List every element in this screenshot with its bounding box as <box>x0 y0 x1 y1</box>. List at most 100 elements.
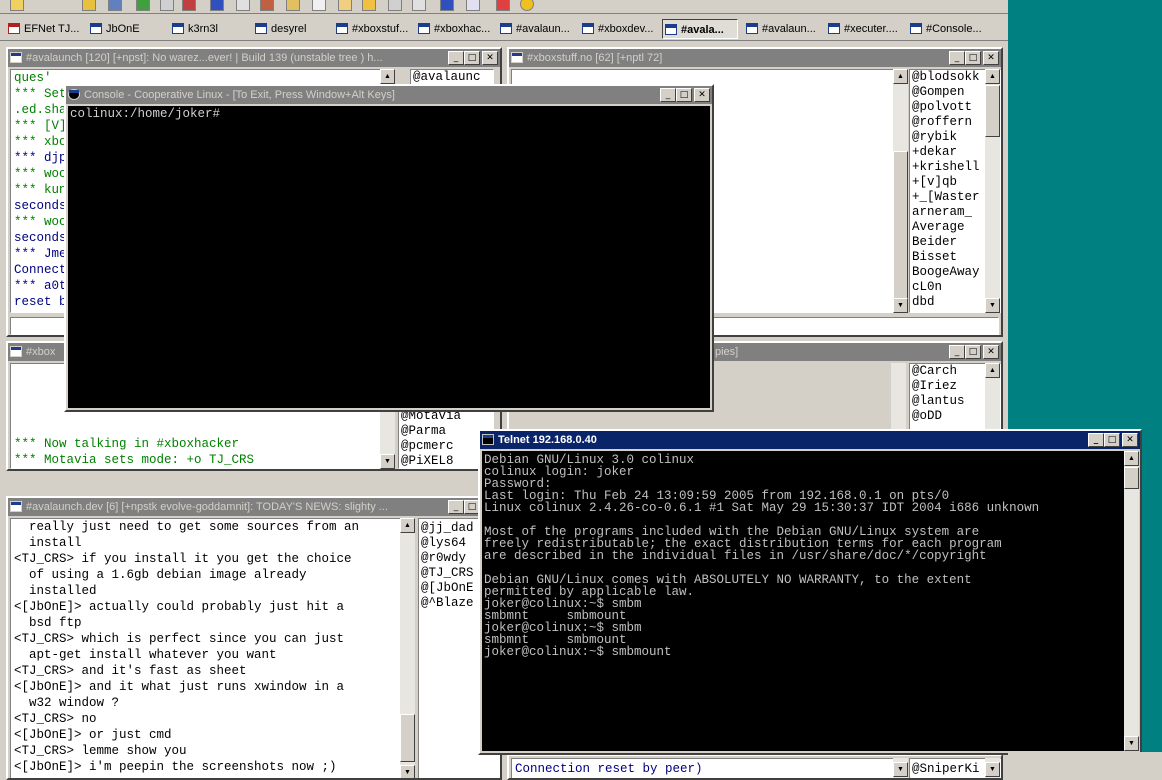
window-avalaunch-dev-titlebar[interactable]: #avalaunch.dev [6] [+npstk evolve-goddam… <box>8 498 500 516</box>
scroll-down-button[interactable]: ▼ <box>985 762 1000 777</box>
telnet-line: colinux login: joker <box>484 465 635 479</box>
window-icon <box>336 23 348 34</box>
notify-list-icon[interactable] <box>286 0 300 11</box>
window-channel-bottom-right[interactable]: Connection reset by peer) ▼ @SniperKi ▼ <box>507 754 1003 780</box>
url-list-icon[interactable] <box>312 0 326 11</box>
maximize-button[interactable]: □ <box>464 51 480 65</box>
window-xboxstuff-titlebar[interactable]: #xboxstuff.no [62] [+nptl 72] _ □ ✕ <box>509 49 1001 67</box>
close-button[interactable]: ✕ <box>1122 433 1138 447</box>
telnet-line: are described in the individual files in… <box>484 549 987 563</box>
dcc-send-icon[interactable] <box>210 0 224 11</box>
scroll-down-button[interactable]: ▼ <box>380 454 395 469</box>
window-telnet[interactable]: Telnet 192.168.0.40 _ □ ✕ Debian GNU/Linux… <box>478 429 1142 755</box>
window-icon <box>665 24 677 35</box>
maximize-button[interactable]: □ <box>676 88 692 102</box>
list-channels-icon[interactable] <box>108 0 122 11</box>
nick-entry[interactable]: @avalaunc <box>413 70 493 85</box>
scroll-down-button[interactable]: ▼ <box>893 298 908 313</box>
log-files-icon[interactable] <box>338 0 352 11</box>
switchbar-label: k3rn3l <box>188 23 218 35</box>
switchbar-button[interactable]: #avalaun... <box>744 19 820 39</box>
switchbar-button[interactable]: JbOnE <box>88 19 162 39</box>
minimize-button[interactable]: _ <box>448 500 464 514</box>
scroll-thumb[interactable] <box>400 714 415 762</box>
colors-icon[interactable] <box>388 0 402 11</box>
console-screen[interactable]: colinux:/home/joker# <box>68 106 710 408</box>
dcc-chat-icon[interactable] <box>236 0 250 11</box>
chat-line: <TJ_CRS> which is perfect since you can … <box>14 632 345 646</box>
switchbar-button[interactable]: desyrel <box>253 19 327 39</box>
minimize-button[interactable]: _ <box>949 345 965 359</box>
close-button[interactable]: ✕ <box>983 345 999 359</box>
tile-windows-icon[interactable] <box>440 0 454 11</box>
switchbar-button[interactable]: #xboxdev... <box>580 19 656 39</box>
switchbar-button[interactable]: EFNet TJ... <box>6 19 82 39</box>
scroll-thumb[interactable] <box>985 85 1000 137</box>
scroll-thumb[interactable] <box>1124 467 1139 489</box>
minimize-button[interactable]: _ <box>448 51 464 65</box>
chat-scrollbar[interactable]: ▲ ▼ <box>893 69 908 313</box>
nick-scrollbar[interactable]: ▲ <box>985 363 1000 435</box>
chat-line: <[JbOnE]> or just cmd <box>14 728 172 742</box>
scroll-down-button[interactable]: ▼ <box>985 298 1000 313</box>
about-icon[interactable] <box>520 0 534 11</box>
scroll-up-button[interactable]: ▲ <box>1124 451 1139 466</box>
connect-icon[interactable] <box>10 0 24 11</box>
scroll-down-button[interactable]: ▼ <box>400 765 415 778</box>
close-button[interactable]: ✕ <box>482 51 498 65</box>
window-title: #avalaunch.dev [6] [+npstk evolve-goddam… <box>26 501 388 513</box>
telnet-titlebar[interactable]: Telnet 192.168.0.40 _ □ ✕ <box>480 431 1140 449</box>
switchbar-button[interactable]: k3rn3l <box>170 19 244 39</box>
telnet-scrollbar[interactable]: ▲ ▼ <box>1124 451 1139 751</box>
chat-scrollbar[interactable] <box>891 363 906 435</box>
switchbar-button[interactable]: #avala... <box>662 19 738 39</box>
address-book-icon[interactable] <box>160 0 174 11</box>
scripts-editor-icon[interactable] <box>136 0 150 11</box>
dcc-options-icon[interactable] <box>260 0 274 11</box>
scroll-up-button[interactable]: ▲ <box>380 69 395 84</box>
scroll-down-button[interactable]: ▼ <box>1124 736 1139 751</box>
timer-icon[interactable] <box>412 0 426 11</box>
console-titlebar[interactable]: Console - Cooperative Linux - [To Exit, … <box>66 86 712 104</box>
maximize-button[interactable]: □ <box>1104 433 1120 447</box>
scroll-down-button[interactable]: ▼ <box>893 762 908 777</box>
scroll-up-button[interactable]: ▲ <box>985 363 1000 378</box>
switchbar-label: #avala... <box>681 24 724 36</box>
switchbar-button[interactable]: #xboxstuf... <box>334 19 410 39</box>
nick-scrollbar[interactable]: ▲ ▼ <box>985 69 1000 313</box>
scroll-thumb[interactable] <box>893 151 908 311</box>
channels-folder-icon[interactable] <box>182 0 196 11</box>
minimize-button[interactable]: _ <box>949 51 965 65</box>
cascade-windows-icon[interactable] <box>466 0 480 11</box>
chat-line: really just need to get some sources fro… <box>14 520 360 534</box>
minimize-button[interactable]: _ <box>660 88 676 102</box>
switchbar-label: #Console... <box>926 23 982 35</box>
scroll-up-button[interactable]: ▲ <box>985 69 1000 84</box>
window-avalaunch-dev[interactable]: #avalaunch.dev [6] [+npstk evolve-goddam… <box>6 496 502 780</box>
close-button[interactable]: ✕ <box>694 88 710 102</box>
switchbar-button[interactable]: #Console... <box>908 19 986 39</box>
chat-scrollbar[interactable]: ▲ ▼ <box>400 518 415 778</box>
chat-line: <[JbOnE]> and it what just runs xwindow … <box>14 680 345 694</box>
maximize-button[interactable]: □ <box>965 345 981 359</box>
scroll-up-button[interactable]: ▲ <box>893 69 908 84</box>
help-icon[interactable] <box>496 0 510 11</box>
telnet-line: Linux colinux 2.4.26-co-0.6.1 #1 Sat May… <box>484 501 1040 515</box>
minimize-button[interactable]: _ <box>1088 433 1104 447</box>
switchbar-button[interactable]: #avalaun... <box>498 19 574 39</box>
switchbar-button[interactable]: #xboxhac... <box>416 19 492 39</box>
window-colinux-console[interactable]: Console - Cooperative Linux - [To Exit, … <box>64 84 714 412</box>
chat-scrollbar[interactable]: ▼ <box>893 758 908 778</box>
chat-line: <[JbOnE]> i'm peepin the screenshots now… <box>14 760 337 774</box>
switchbar-button[interactable]: #xecuter.... <box>826 19 902 39</box>
telnet-line: joker@colinux:~$ smbmount <box>484 645 672 659</box>
received-files-icon[interactable] <box>362 0 376 11</box>
nick-scrollbar[interactable]: ▼ <box>985 758 1000 778</box>
maximize-button[interactable]: □ <box>965 51 981 65</box>
options-icon[interactable] <box>82 0 96 11</box>
close-button[interactable]: ✕ <box>983 51 999 65</box>
window-avalaunch-titlebar[interactable]: #avalaunch [120] [+npst]: No warez...eve… <box>8 49 500 67</box>
scroll-up-button[interactable]: ▲ <box>400 518 415 533</box>
window-icon <box>582 23 594 34</box>
telnet-screen[interactable]: Debian GNU/Linux 3.0 colinux colinux logi… <box>482 451 1124 751</box>
